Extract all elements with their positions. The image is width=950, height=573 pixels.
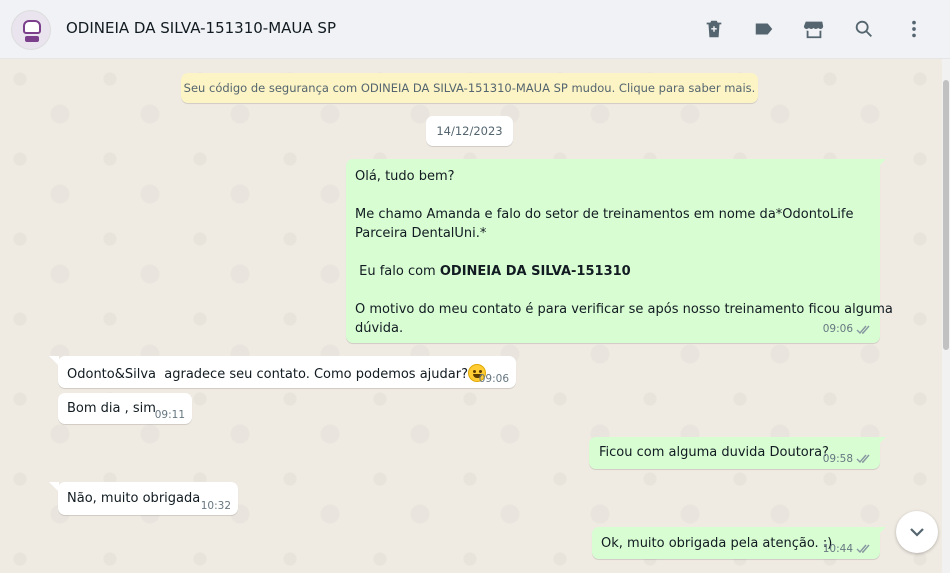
message-line: Olá, tudo bem? xyxy=(355,169,455,184)
scroll-to-bottom-button[interactable] xyxy=(896,511,938,553)
message-text: Eu falo com xyxy=(355,264,440,279)
label-icon xyxy=(755,23,773,35)
outgoing-message[interactable]: Ok, muito obrigada pela atenção. :) 10:4… xyxy=(592,527,880,559)
message-body: Odonto&Silva agradece seu contato. Como … xyxy=(67,364,486,382)
message-line: Eu falo com ODINEIA DA SILVA-151310 xyxy=(355,262,871,281)
label-button[interactable] xyxy=(751,16,777,42)
message-timestamp: 09:06 xyxy=(823,320,872,339)
date-chip: 14/12/2023 xyxy=(426,116,513,146)
message-text: Ok, muito obrigada pela atenção. :) xyxy=(601,536,833,551)
message-timestamp: 10:32 xyxy=(201,500,231,512)
time-text: 09:06 xyxy=(822,323,853,335)
time-text: 10:32 xyxy=(200,500,231,512)
scrollbar-thumb[interactable] xyxy=(943,80,949,350)
bold-contact-name: ODINEIA DA SILVA-151310 xyxy=(439,264,631,279)
message-text: Bom dia , sim xyxy=(67,401,156,416)
time-text: 09:06 xyxy=(478,373,509,385)
message-timestamp: 09:06 xyxy=(479,373,509,385)
message-line: dúvida. xyxy=(355,321,404,336)
message-text: Não, muito obrigada xyxy=(67,491,201,506)
menu-icon xyxy=(912,20,916,38)
menu-button[interactable] xyxy=(901,16,927,42)
time-text: 09:58 xyxy=(822,453,853,465)
bubble-tail xyxy=(49,356,59,366)
tooth-logo-icon xyxy=(23,20,41,34)
double-check-icon xyxy=(856,454,870,464)
message-timestamp: 09:58 xyxy=(823,453,872,465)
message-timestamp: 09:11 xyxy=(155,409,185,421)
delete-icon xyxy=(706,20,722,38)
incoming-message[interactable]: Não, muito obrigada 10:32 xyxy=(58,482,238,515)
message-line: O motivo do meu contato é para verificar… xyxy=(355,302,893,317)
double-check-icon xyxy=(856,544,870,554)
search-button[interactable] xyxy=(851,16,877,42)
outgoing-message[interactable]: Ficou com alguma duvida Doutora? 09:58 xyxy=(589,437,880,469)
message-text: Ficou com alguma duvida Doutora? xyxy=(599,445,829,460)
bubble-tail xyxy=(876,437,886,447)
bubble-tail xyxy=(876,527,886,537)
message-line: Parceira DentalUni.* xyxy=(355,226,487,241)
message-line: Me chamo Amanda e falo do setor de trein… xyxy=(355,207,854,222)
double-check-icon xyxy=(856,325,870,334)
delete-button[interactable] xyxy=(701,16,727,42)
bubble-tail xyxy=(49,482,59,492)
contact-avatar[interactable] xyxy=(11,10,51,50)
incoming-message[interactable]: Odonto&Silva agradece seu contato. Como … xyxy=(58,356,516,388)
store-icon xyxy=(803,21,824,39)
time-text: 09:11 xyxy=(154,409,185,421)
chevron-down-icon xyxy=(910,528,924,537)
message-timestamp: 10:44 xyxy=(823,543,872,555)
time-text: 10:44 xyxy=(822,543,853,555)
store-button[interactable] xyxy=(801,16,827,42)
chat-header: ODINEIA DA SILVA-151310-MAUA SP xyxy=(0,0,950,59)
security-code-notice[interactable]: Seu código de segurança com ODINEIA DA S… xyxy=(181,73,758,103)
search-icon xyxy=(855,20,872,37)
incoming-message[interactable]: Bom dia , sim 09:11 xyxy=(58,393,192,424)
bubble-tail xyxy=(876,159,886,169)
message-text: Odonto&Silva agradece seu contato. Como … xyxy=(67,367,468,382)
outgoing-message[interactable]: Olá, tudo bem? Me chamo Amanda e falo do… xyxy=(346,159,893,343)
contact-name[interactable]: ODINEIA DA SILVA-151310-MAUA SP xyxy=(66,19,336,37)
logo-badge xyxy=(25,36,39,42)
